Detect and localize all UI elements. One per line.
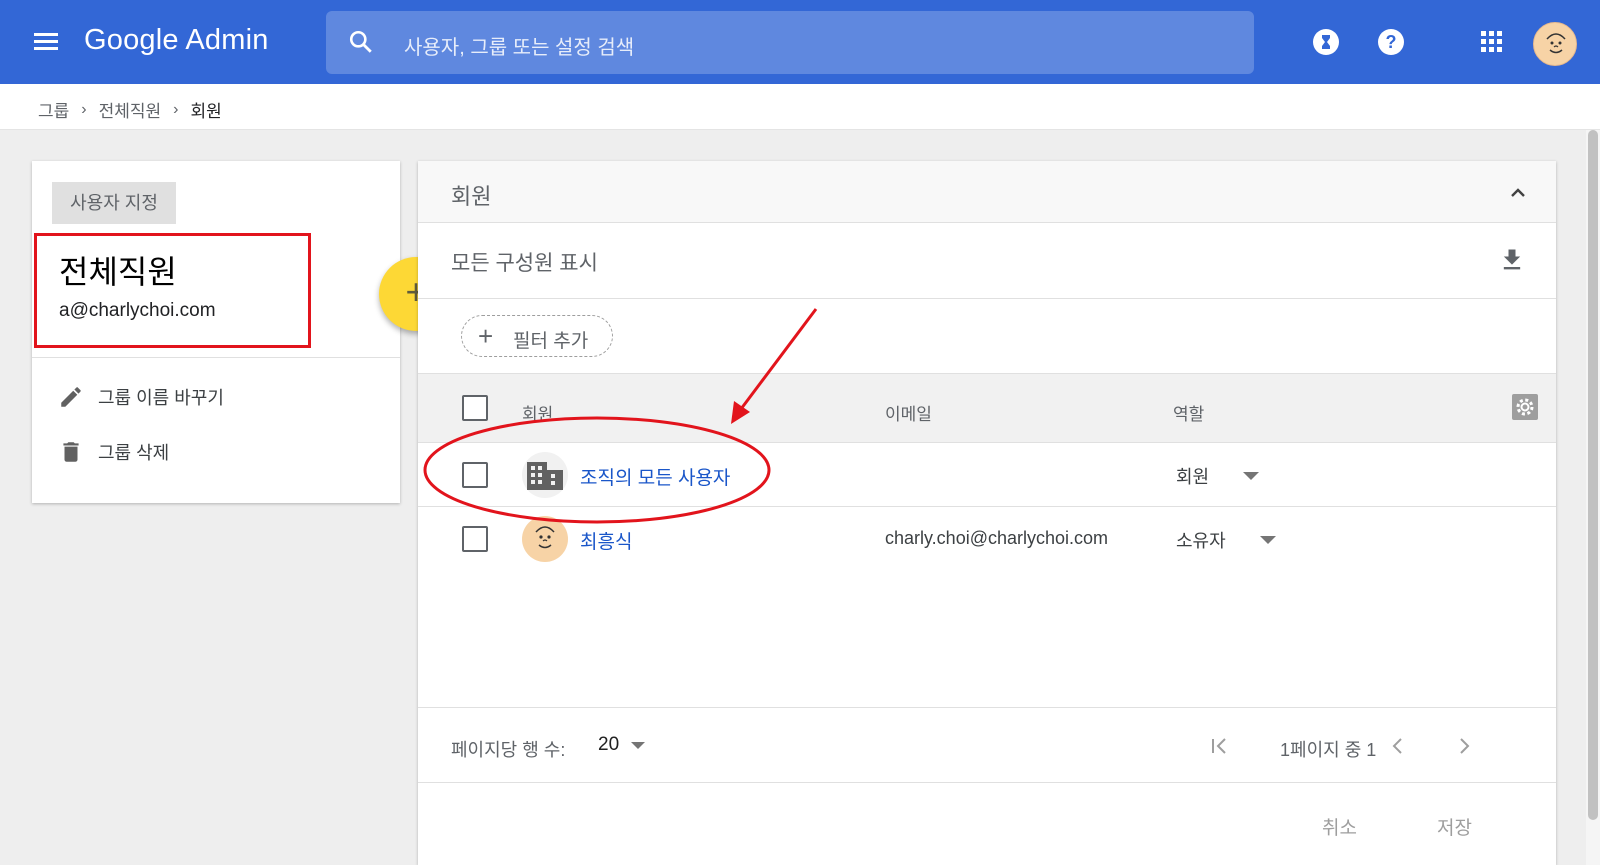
caret-down-icon xyxy=(1259,536,1276,544)
add-filter-label: 필터 추가 xyxy=(513,331,589,352)
svg-text:?: ? xyxy=(1386,32,1397,52)
show-all-members-label: 모든 구성원 표시 xyxy=(451,252,598,275)
member-email: charly.choi@charlychoi.com xyxy=(885,528,1109,548)
column-header-role[interactable]: 역할 xyxy=(1173,400,1204,425)
table-row[interactable]: 최흥식 charly.choi@charlychoi.com 소유자 xyxy=(418,507,1556,571)
first-page-icon[interactable] xyxy=(1208,733,1232,759)
group-type-chip: 사용자 지정 xyxy=(52,182,176,224)
rows-per-page-select[interactable]: 20 xyxy=(598,734,646,756)
plus-icon: + xyxy=(478,321,494,351)
show-all-members-row: 모든 구성원 표시 xyxy=(418,223,1556,299)
add-filter-button[interactable]: + 필터 추가 xyxy=(461,315,613,357)
app-title[interactable]: Google Admin xyxy=(84,24,269,57)
role-dropdown[interactable]: 회원 xyxy=(1176,463,1260,489)
rename-group-button[interactable]: 그룹 이름 바꾸기 xyxy=(58,382,224,412)
table-header: 회원 이메일 역할 xyxy=(418,373,1556,443)
breadcrumb-bar: 그룹 › 전체직원 › 회원 xyxy=(0,84,1600,130)
building-icon xyxy=(522,452,568,498)
save-button[interactable]: 저장 xyxy=(1437,813,1472,840)
rename-group-label: 그룹 이름 바꾸기 xyxy=(98,388,224,408)
role-dropdown[interactable]: 소유자 xyxy=(1176,527,1276,553)
pagination-bar: 페이지당 행 수: 20 1페이지 중 1 xyxy=(418,707,1556,783)
members-card: 회원 모든 구성원 표시 + 필터 추가 회원 이메일 역할 조직의 모든 사용… xyxy=(418,161,1556,865)
delete-group-button[interactable]: 그룹 삭제 xyxy=(58,437,169,467)
members-title: 회원 xyxy=(451,184,492,209)
members-header: 회원 xyxy=(418,161,1556,223)
group-name: 전체직원 xyxy=(59,254,177,290)
chevron-up-icon[interactable] xyxy=(1506,181,1530,205)
download-icon[interactable] xyxy=(1498,246,1526,274)
rows-per-page-label: 페이지당 행 수: xyxy=(451,740,566,760)
row-checkbox[interactable] xyxy=(462,526,488,552)
help-icon[interactable]: ? xyxy=(1377,28,1405,56)
page-info: 1페이지 중 1 xyxy=(1280,740,1377,760)
form-actions: 취소 저장 xyxy=(418,783,1556,865)
caret-down-icon xyxy=(1243,472,1260,480)
search-bar[interactable]: 사용자, 그룹 또는 설정 검색 xyxy=(326,11,1254,74)
breadcrumb: 그룹 › 전체직원 › 회원 xyxy=(38,97,222,122)
filter-row: + 필터 추가 xyxy=(418,299,1556,373)
group-info-card: 사용자 지정 전체직원 a@charlychoi.com 그룹 이름 바꾸기 그… xyxy=(32,161,400,503)
divider xyxy=(32,357,400,358)
column-header-member[interactable]: 회원 xyxy=(522,400,553,425)
hourglass-icon[interactable] xyxy=(1312,28,1340,56)
role-value: 회원 xyxy=(1176,467,1210,487)
trash-icon xyxy=(63,442,79,462)
breadcrumb-current: 회원 xyxy=(190,102,222,121)
member-name-link[interactable]: 조직의 모든 사용자 xyxy=(580,463,730,490)
group-email: a@charlychoi.com xyxy=(59,300,216,321)
cancel-button[interactable]: 취소 xyxy=(1322,813,1357,840)
chevron-right-icon[interactable] xyxy=(1452,733,1476,759)
breadcrumb-group[interactable]: 전체직원 xyxy=(99,97,162,122)
role-value: 소유자 xyxy=(1176,531,1226,551)
member-name-link[interactable]: 최흥식 xyxy=(580,527,632,554)
rows-per-page-value: 20 xyxy=(598,734,620,755)
chevron-right-icon: › xyxy=(173,100,179,118)
gear-icon[interactable] xyxy=(1512,394,1538,420)
row-checkbox[interactable] xyxy=(462,462,488,488)
apps-grid-icon[interactable] xyxy=(1478,28,1506,56)
search-input[interactable]: 사용자, 그룹 또는 설정 검색 xyxy=(404,31,634,60)
select-all-checkbox[interactable] xyxy=(462,395,488,421)
top-app-bar: Google Admin 사용자, 그룹 또는 설정 검색 ? xyxy=(0,0,1600,84)
main-menu-button[interactable] xyxy=(34,30,60,54)
person-avatar xyxy=(522,516,568,562)
breadcrumb-groups[interactable]: 그룹 xyxy=(38,97,69,122)
account-avatar[interactable] xyxy=(1533,22,1577,66)
column-header-email[interactable]: 이메일 xyxy=(885,400,932,425)
pencil-icon xyxy=(61,387,81,407)
caret-down-icon xyxy=(631,741,646,749)
chevron-left-icon[interactable] xyxy=(1386,733,1410,759)
search-icon xyxy=(349,30,372,53)
table-row[interactable]: 조직의 모든 사용자 회원 xyxy=(418,443,1556,507)
scrollbar-thumb[interactable] xyxy=(1588,130,1598,820)
delete-group-label: 그룹 삭제 xyxy=(98,443,170,463)
chevron-right-icon: › xyxy=(81,100,87,118)
